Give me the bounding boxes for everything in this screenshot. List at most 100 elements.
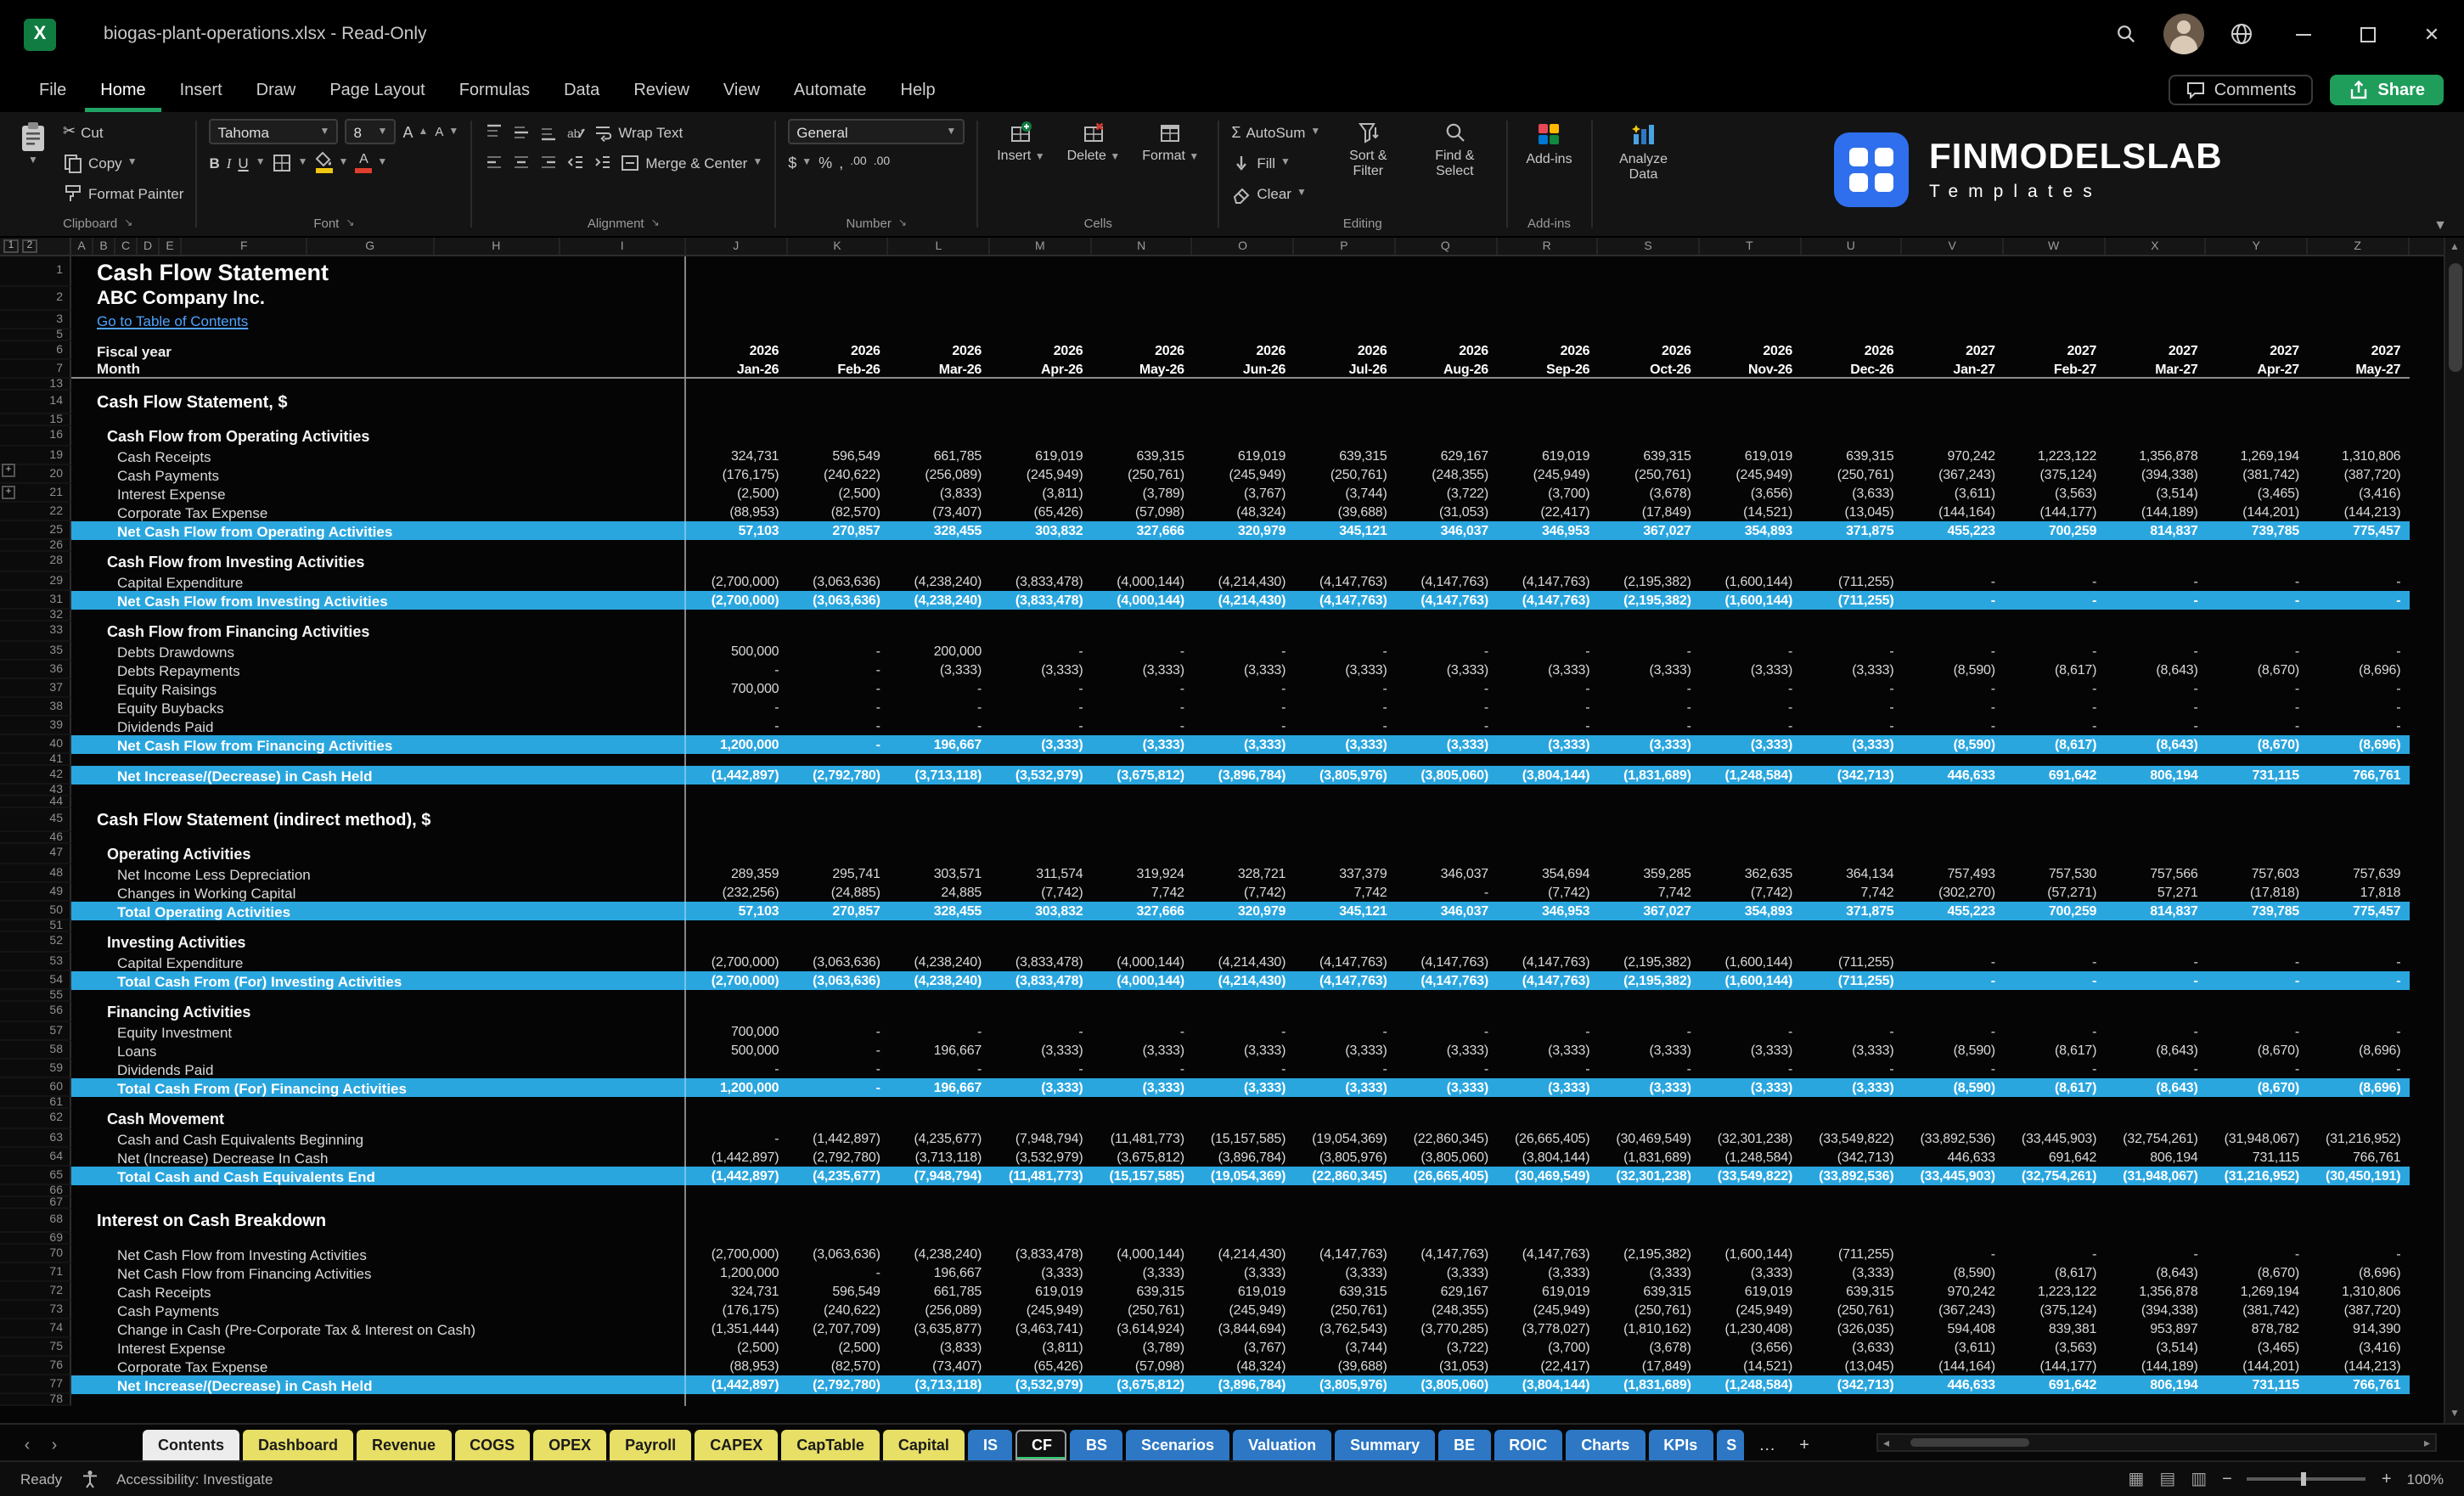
scroll-up-arrow[interactable]: ▲ <box>2450 238 2460 256</box>
cell[interactable]: - <box>1294 642 1395 661</box>
sheet-tab-captable[interactable]: CapTable <box>781 1430 880 1460</box>
clear-button[interactable]: Clear▼ <box>1231 180 1320 205</box>
cell[interactable]: Feb-27 <box>2004 360 2105 377</box>
row-header-64[interactable]: 64 <box>0 1148 71 1167</box>
cell[interactable]: 2026 <box>990 341 1091 360</box>
cell[interactable]: - <box>686 661 787 679</box>
column-header-H[interactable]: H <box>434 238 560 255</box>
row-header-35[interactable]: 35 <box>0 642 71 661</box>
cell[interactable]: 446,633 <box>1903 1375 2004 1394</box>
cell[interactable]: (3,833,478) <box>990 1245 1091 1263</box>
cell[interactable]: - <box>787 679 888 698</box>
cell[interactable]: 24,885 <box>889 883 990 902</box>
row-header-28[interactable]: 28 <box>0 552 71 572</box>
row-header-60[interactable]: 60 <box>0 1078 71 1097</box>
cell[interactable]: - <box>2207 642 2308 661</box>
cell[interactable]: (3,333) <box>1092 1078 1193 1097</box>
row-header-52[interactable]: 52 <box>0 932 71 953</box>
horizontal-scroll-thumb[interactable] <box>1910 1438 2028 1447</box>
cell[interactable]: 970,242 <box>1903 1282 2004 1301</box>
cell[interactable]: Dec-26 <box>1801 360 1902 377</box>
increase-decimal-button[interactable]: .00 <box>850 149 866 175</box>
cell[interactable]: (4,000,144) <box>1092 591 1193 610</box>
cell[interactable]: - <box>1801 1022 1902 1041</box>
cell[interactable]: (711,255) <box>1801 572 1902 591</box>
row-header-78[interactable]: 78 <box>0 1394 71 1406</box>
cell[interactable]: 367,027 <box>1598 521 1699 540</box>
cell[interactable]: 196,667 <box>889 1041 990 1060</box>
cell[interactable]: (3,333) <box>1396 1263 1497 1282</box>
share-button[interactable]: Share <box>2330 75 2444 105</box>
cell[interactable]: (3,333) <box>1396 1041 1497 1060</box>
cell[interactable]: (4,147,763) <box>1497 953 1598 971</box>
cell[interactable]: (4,000,144) <box>1092 572 1193 591</box>
row-header-59[interactable]: 59 <box>0 1060 71 1078</box>
cell[interactable]: (4,000,144) <box>1092 1245 1193 1263</box>
cell[interactable]: 2026 <box>1092 341 1193 360</box>
cell[interactable]: - <box>1598 679 1699 698</box>
cell[interactable]: (3,333) <box>1801 1078 1902 1097</box>
sheet-tab-dashboard[interactable]: Dashboard <box>243 1430 353 1460</box>
cell[interactable]: (248,355) <box>1396 1301 1497 1319</box>
cell[interactable]: (3,744) <box>1294 1338 1395 1357</box>
sheet-tab-summary[interactable]: Summary <box>1335 1430 1435 1460</box>
row-header-40[interactable]: 40 <box>0 735 71 754</box>
addins-button[interactable]: Add-ins <box>1519 119 1578 168</box>
cell[interactable]: (367,243) <box>1903 1301 2004 1319</box>
cell[interactable]: 775,457 <box>2308 902 2409 920</box>
cell[interactable]: 346,953 <box>1497 521 1598 540</box>
cell[interactable]: 619,019 <box>1700 447 1801 465</box>
cell[interactable]: (8,643) <box>2105 1263 2206 1282</box>
cell[interactable]: 2026 <box>1396 341 1497 360</box>
row-header-45[interactable]: 45 <box>0 808 71 832</box>
cell[interactable]: (24,885) <box>787 883 888 902</box>
cell[interactable]: 639,315 <box>1294 1282 1395 1301</box>
horizontal-scrollbar[interactable]: ◂ ▸ <box>1876 1433 2437 1452</box>
cell[interactable]: - <box>1700 698 1801 717</box>
cell[interactable]: 814,837 <box>2105 521 2206 540</box>
cell[interactable]: (82,570) <box>787 1357 888 1375</box>
cell[interactable]: 700,259 <box>2004 521 2105 540</box>
cell[interactable]: - <box>2004 679 2105 698</box>
cell[interactable]: 354,893 <box>1700 521 1801 540</box>
cell[interactable]: 328,455 <box>889 521 990 540</box>
cell[interactable]: 196,667 <box>889 1078 990 1097</box>
cell[interactable]: (3,465) <box>2207 484 2308 503</box>
cell[interactable]: (250,761) <box>1801 1301 1902 1319</box>
row-header-3[interactable]: 3 <box>0 311 71 329</box>
cell[interactable]: 1,223,122 <box>2004 1282 2105 1301</box>
cell[interactable]: 639,315 <box>1294 447 1395 465</box>
cell[interactable]: (3,833,478) <box>990 572 1091 591</box>
cell[interactable]: (711,255) <box>1801 971 1902 990</box>
cell[interactable]: (144,177) <box>2004 503 2105 521</box>
cell[interactable]: (4,235,677) <box>889 1129 990 1148</box>
column-header-C[interactable]: C <box>115 238 138 255</box>
cell[interactable]: (342,713) <box>1801 1375 1902 1394</box>
row-header-5[interactable]: 5 <box>0 329 71 341</box>
cell[interactable]: (3,675,812) <box>1092 1375 1193 1394</box>
column-header-T[interactable]: T <box>1700 238 1801 255</box>
cell[interactable]: (245,949) <box>1193 465 1294 484</box>
cell[interactable]: - <box>686 1060 787 1078</box>
cell[interactable]: 806,194 <box>2105 766 2206 785</box>
cell[interactable]: (3,333) <box>1294 1263 1395 1282</box>
font-dialog-launcher[interactable]: ↘ <box>346 217 354 229</box>
cell[interactable]: - <box>1396 679 1497 698</box>
cell[interactable]: Apr-27 <box>2207 360 2308 377</box>
cell[interactable]: 17,818 <box>2308 883 2409 902</box>
cell[interactable]: (2,700,000) <box>686 1245 787 1263</box>
row-header-66[interactable]: 66 <box>0 1185 71 1197</box>
cell[interactable]: 328,721 <box>1193 864 1294 883</box>
cell[interactable]: (302,270) <box>1903 883 2004 902</box>
cell[interactable]: (144,164) <box>1903 503 2004 521</box>
cell[interactable]: 731,115 <box>2207 1375 2308 1394</box>
toc-link[interactable]: Go to Table of Contents <box>71 311 686 329</box>
cell[interactable]: (3,333) <box>1497 735 1598 754</box>
cell[interactable]: 691,642 <box>2004 1148 2105 1167</box>
cell[interactable]: - <box>1700 642 1801 661</box>
cell[interactable]: - <box>1700 1060 1801 1078</box>
cell[interactable]: 639,315 <box>1092 1282 1193 1301</box>
cell[interactable]: - <box>2308 1022 2409 1041</box>
cell[interactable]: 1,200,000 <box>686 735 787 754</box>
insert-cells-button[interactable]: Insert ▼ <box>990 119 1051 165</box>
